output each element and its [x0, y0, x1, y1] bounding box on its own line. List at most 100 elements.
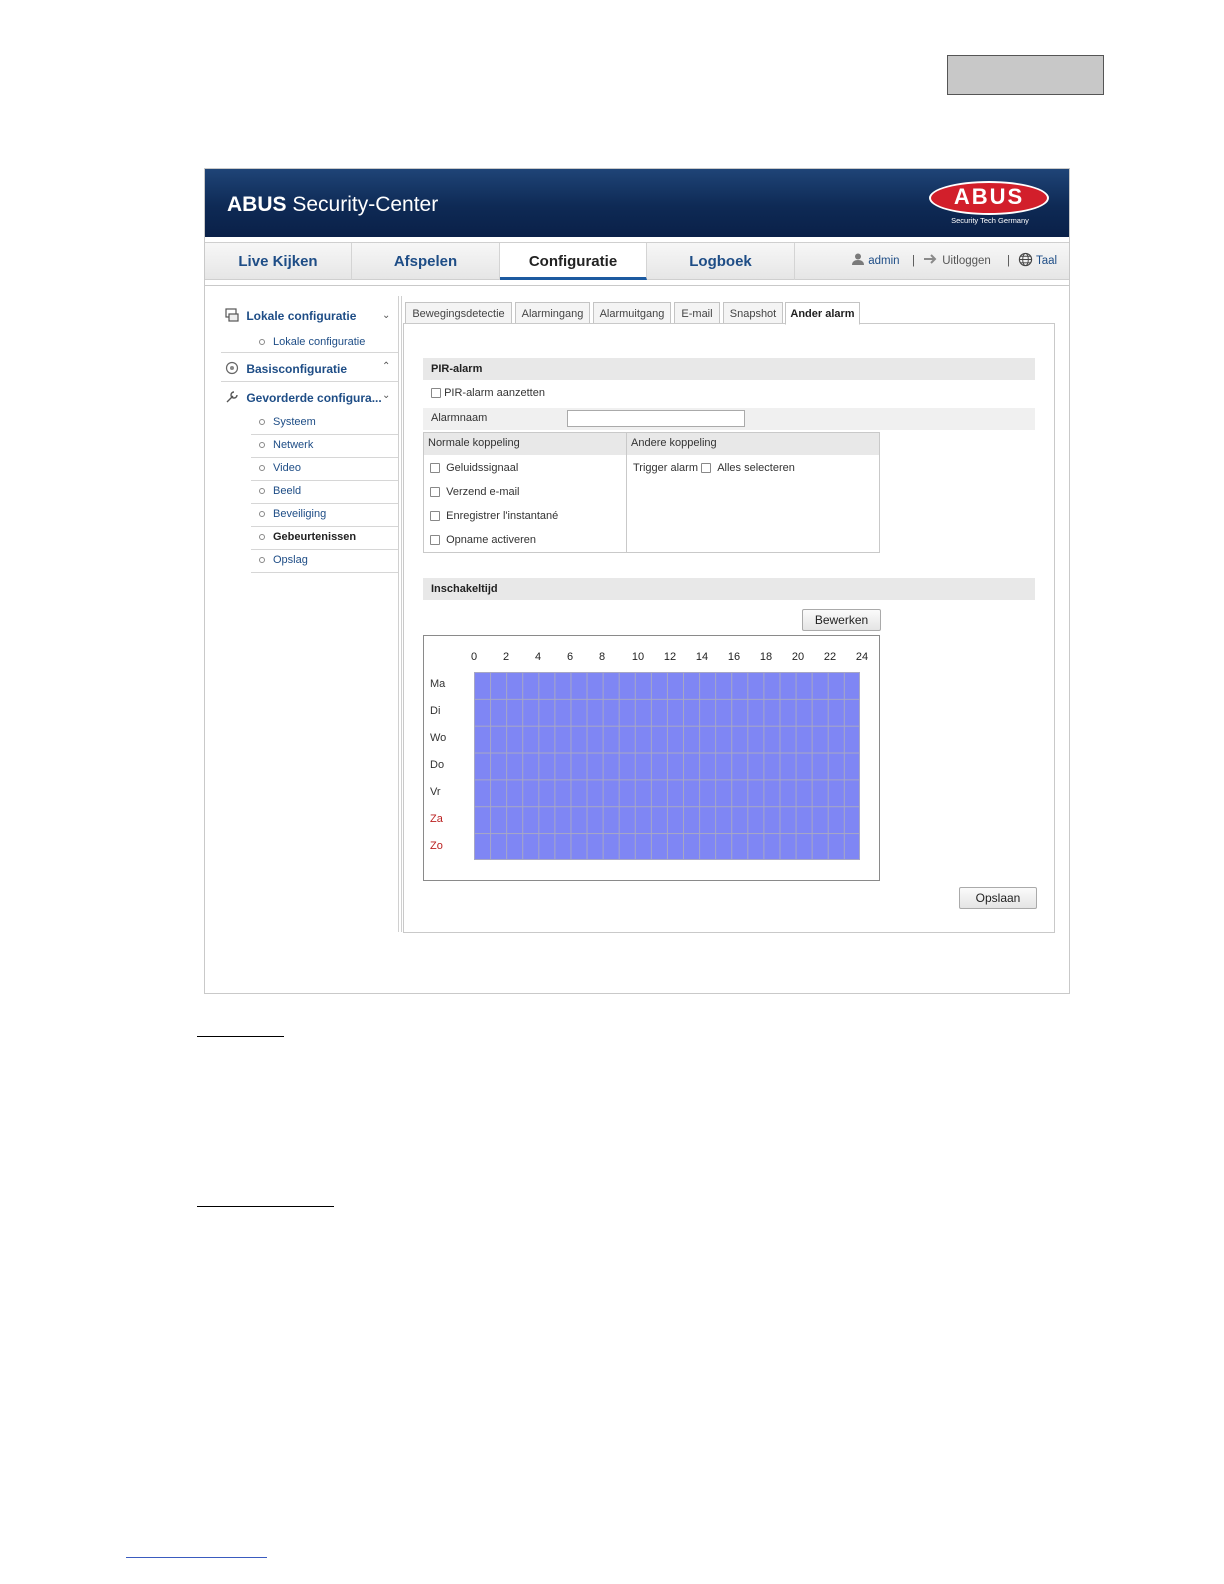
sidebar-border: [401, 296, 402, 932]
day-label: Di: [430, 705, 441, 717]
hour-label: 10: [631, 651, 645, 663]
trigger-alarm-row: Trigger alarm Alles selecteren: [633, 462, 795, 474]
trigger-alarm-label: Trigger alarm: [633, 462, 698, 474]
user-icon: [852, 253, 864, 265]
save-button[interactable]: Opslaan: [959, 887, 1037, 909]
heading-underline: [197, 1206, 334, 1207]
globe-icon: [1018, 252, 1033, 267]
sidebar-item-local-config[interactable]: Lokale configuratie: [225, 308, 356, 323]
hour-label: 16: [727, 651, 741, 663]
logout-label: Uitloggen: [942, 255, 991, 267]
sidebar-subitem-gebeurtenissen[interactable]: Gebeurtenissen: [259, 531, 356, 543]
day-label: Vr: [430, 786, 441, 798]
sidebar-subitem-beeld[interactable]: Beeld: [259, 485, 301, 497]
snapshot-checkbox[interactable]: [430, 511, 440, 522]
local-config-icon: [225, 308, 239, 322]
link-underline: [126, 1557, 267, 1558]
sidebar-item-basic-config[interactable]: Basisconfiguratie: [225, 361, 347, 376]
user-menu[interactable]: admin: [851, 243, 900, 280]
bullet-icon: [259, 339, 265, 346]
bullet-icon: [259, 419, 265, 426]
subtab-alarmuitgang[interactable]: Alarmuitgang: [593, 302, 671, 324]
linkage-divider: [626, 433, 627, 552]
hour-label: 12: [663, 651, 677, 663]
day-label: Za: [430, 813, 443, 825]
pir-enable-row: PIR-alarm aanzetten: [431, 387, 545, 399]
sidebar-divider: [251, 457, 398, 458]
sidebar-divider: [221, 352, 398, 353]
section-inschakeltijd: Inschakeltijd: [423, 578, 1035, 600]
schedule-grid[interactable]: [474, 672, 860, 860]
hour-label: 20: [791, 651, 805, 663]
geluidssignaal-checkbox[interactable]: [430, 463, 440, 474]
section-pir-alarm: PIR-alarm: [423, 358, 1035, 380]
app-title: ABUS Security-Center: [227, 193, 439, 216]
language-label: Taal: [1036, 255, 1058, 267]
tab-configuratie[interactable]: Configuratie: [500, 243, 647, 280]
subtab-ander-alarm[interactable]: Ander alarm: [785, 302, 860, 325]
tab-logboek[interactable]: Logboek: [647, 243, 795, 280]
logo-text: ABUS: [953, 184, 1025, 209]
logout-icon: [924, 254, 937, 264]
normal-linkage-header: Normale koppeling: [428, 437, 520, 449]
sidebar-subitem-netwerk[interactable]: Netwerk: [259, 439, 313, 451]
select-all-checkbox[interactable]: [701, 463, 712, 474]
subtab-bewegingsdetectie[interactable]: Bewegingsdetectie: [405, 302, 512, 324]
logo-tagline: Security Tech Germany: [951, 216, 1029, 225]
hour-label: 14: [695, 651, 709, 663]
pir-enable-checkbox[interactable]: [431, 388, 441, 399]
sidebar-border: [398, 296, 399, 932]
sidebar-divider: [251, 503, 398, 504]
chevron-down-icon[interactable]: ⌄: [382, 310, 390, 321]
other-linkage-header: Andere koppeling: [631, 437, 717, 449]
alarm-name-input[interactable]: [567, 410, 745, 427]
heading-underline: [197, 1036, 284, 1037]
sidebar-subitem-systeem[interactable]: Systeem: [259, 416, 316, 428]
select-all-label: Alles selecteren: [717, 462, 795, 474]
subtab-email[interactable]: E-mail: [674, 302, 720, 324]
hour-label: 6: [566, 651, 574, 663]
hour-label: 2: [502, 651, 510, 663]
language-link[interactable]: Taal: [1018, 243, 1057, 280]
sidebar-item-advanced-config[interactable]: Gevorderde configura...: [225, 390, 382, 405]
logout-link[interactable]: Uitloggen: [923, 243, 991, 280]
tab-live-kijken[interactable]: Live Kijken: [205, 243, 352, 280]
pir-enable-label: PIR-alarm aanzetten: [444, 387, 545, 399]
edit-schedule-button[interactable]: Bewerken: [802, 609, 881, 631]
sidebar-subitem-video[interactable]: Video: [259, 462, 301, 474]
subtab-snapshot[interactable]: Snapshot: [723, 302, 783, 324]
opname-checkbox[interactable]: [430, 535, 440, 546]
bullet-icon: [259, 511, 265, 518]
linkage-option-opname: Opname activeren: [430, 534, 536, 546]
sidebar-subitem-opslag[interactable]: Opslag: [259, 554, 308, 566]
hour-label: 4: [534, 651, 542, 663]
bullet-icon: [259, 488, 265, 495]
sidebar-item-label: Gevorderde configura...: [246, 391, 382, 405]
nav-separator: |: [1007, 255, 1010, 267]
abus-logo: ABUS Security Tech Germany: [929, 181, 1051, 227]
bullet-icon: [259, 442, 265, 449]
subtab-alarmingang[interactable]: Alarmingang: [515, 302, 590, 324]
app-window: ABUS Security-Center ABUS Security Tech …: [204, 168, 1070, 994]
globe-settings-icon: [225, 361, 239, 375]
header-banner: ABUS Security-Center ABUS Security Tech …: [205, 169, 1069, 237]
bullet-icon: [259, 465, 265, 472]
linkage-option-verzend-email: Verzend e-mail: [430, 486, 520, 498]
nav-separator: |: [912, 255, 915, 267]
wrench-icon: [226, 391, 238, 403]
day-label: Wo: [430, 732, 447, 744]
sidebar-divider: [221, 381, 398, 382]
chevron-down-icon[interactable]: ⌄: [382, 390, 390, 401]
linkage-option-snapshot: Enregistrer l'instantané: [430, 510, 558, 522]
content-area: Lokale configuratie ⌄ Lokale configurati…: [205, 285, 1069, 993]
chevron-up-icon[interactable]: ⌃: [382, 361, 390, 372]
settings-panel: PIR-alarm PIR-alarm aanzetten Alarmnaam …: [403, 323, 1055, 933]
verzend-email-checkbox[interactable]: [430, 487, 440, 498]
sidebar-divider: [251, 526, 398, 527]
sidebar-item-label: Lokale configuratie: [246, 309, 357, 323]
sidebar-item-label: Basisconfiguratie: [246, 362, 348, 376]
sidebar-subitem-lokale-configuratie[interactable]: Lokale configuratie: [259, 336, 365, 348]
sidebar-subitem-beveiliging[interactable]: Beveiliging: [259, 508, 326, 520]
main-nav: Live Kijken Afspelen Configuratie Logboe…: [205, 242, 1069, 280]
tab-afspelen[interactable]: Afspelen: [352, 243, 500, 280]
